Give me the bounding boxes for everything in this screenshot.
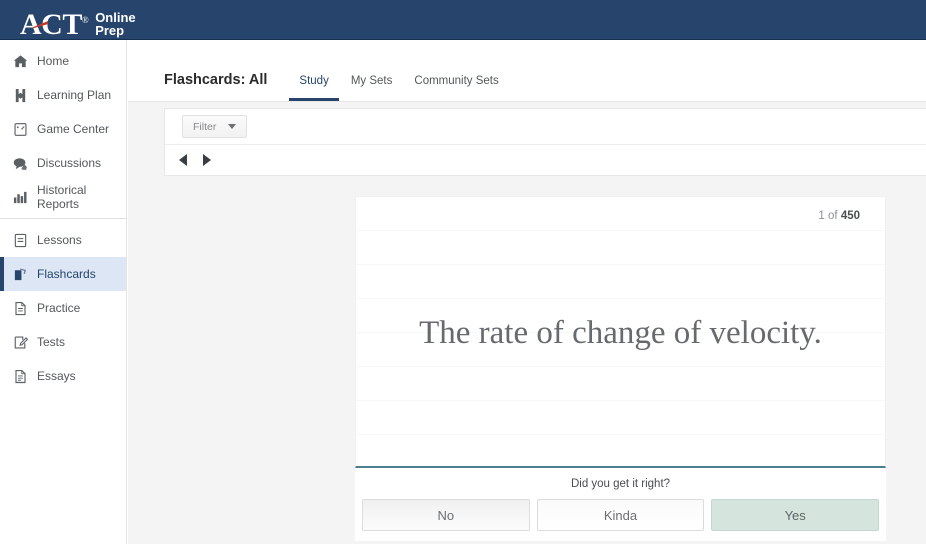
sidebar-label: Historical Reports <box>37 183 87 211</box>
sidebar-label: Learning Plan <box>37 88 112 102</box>
sidebar-item-practice[interactable]: Practice <box>0 291 126 325</box>
sidebar-label: Essays <box>37 369 76 383</box>
chevron-down-icon <box>228 124 237 129</box>
tab-community-sets[interactable]: Community Sets <box>404 75 508 101</box>
sidebar-item-game-center[interactable]: Game Center <box>0 112 126 146</box>
sidebar-label: Lessons <box>37 233 82 247</box>
triangle-left-icon[interactable] <box>179 154 187 166</box>
sidebar-item-essays[interactable]: Essays <box>0 359 126 393</box>
sidebar: Home Learning Plan Game Center Discussio… <box>0 40 127 544</box>
flashcard[interactable]: 1 of 450 The rate of change of velocity. <box>355 196 886 468</box>
card-counter-prefix: 1 of <box>818 210 841 222</box>
bar-chart-icon <box>13 190 28 205</box>
sidebar-label: Game Center <box>37 122 110 136</box>
flashcards-icon <box>13 267 28 282</box>
sidebar-item-discussions[interactable]: Discussions <box>0 146 126 180</box>
card-counter-total: 450 <box>840 210 860 222</box>
sidebar-group-primary: Home Learning Plan Game Center Discussio… <box>0 40 126 218</box>
sidebar-label: Tests <box>37 335 66 349</box>
answer-prompt: Did you get it right? <box>570 478 671 490</box>
tab-my-sets[interactable]: My Sets <box>341 75 403 101</box>
app-header: ACT® Online Prep <box>0 0 926 41</box>
tab-bar: Study My Sets Community Sets <box>289 75 508 101</box>
logo-registered-mark: ® <box>81 15 89 25</box>
sidebar-label: Discussions <box>37 156 102 170</box>
page-title: Flashcards: All <box>164 72 268 88</box>
lessons-icon <box>13 233 28 248</box>
essays-icon <box>13 369 28 384</box>
sidebar-item-lessons[interactable]: Lessons <box>0 223 126 257</box>
filter-button-label: Filter <box>193 120 217 133</box>
sidebar-label: Flashcards <box>37 267 96 281</box>
answer-button-kinda[interactable]: Kinda <box>536 499 705 531</box>
toolbar-panel: Filter <box>164 108 926 176</box>
sidebar-item-flashcards[interactable]: Flashcards <box>0 257 126 291</box>
filter-row: Filter <box>165 109 926 145</box>
flashcard-text: The rate of change of velocity. <box>419 315 822 351</box>
tab-study[interactable]: Study <box>289 75 339 101</box>
logo-subtitle-line2: Prep <box>95 23 125 38</box>
answer-block: Did you get it right? No Kinda Yes <box>355 468 886 541</box>
sidebar-label: Home <box>37 54 70 68</box>
logo-subtitle: Online Prep <box>95 8 135 37</box>
sidebar-item-home[interactable]: Home <box>0 44 126 78</box>
main-content: Flashcards: All Study My Sets Community … <box>128 40 926 544</box>
flashcard-area: 1 of 450 The rate of change of velocity.… <box>355 196 886 541</box>
practice-icon <box>13 301 28 316</box>
card-counter: 1 of 450 <box>818 210 860 222</box>
home-icon <box>13 54 28 69</box>
discussions-icon <box>13 156 28 171</box>
act-logo[interactable]: ACT® Online Prep <box>20 4 136 41</box>
answer-button-yes[interactable]: Yes <box>711 499 880 531</box>
logo-wordmark: ACT® <box>20 4 89 41</box>
answer-button-no[interactable]: No <box>362 499 530 531</box>
answer-buttons: No Kinda Yes <box>360 499 881 541</box>
sidebar-item-tests[interactable]: Tests <box>0 325 126 359</box>
card-navigation <box>165 145 926 175</box>
sidebar-item-learning-plan[interactable]: Learning Plan <box>0 78 126 112</box>
sidebar-item-historical-reports[interactable]: Historical Reports <box>0 180 126 214</box>
triangle-right-icon[interactable] <box>203 154 211 166</box>
learning-plan-icon <box>13 88 28 103</box>
logo-act-text: ACT <box>20 8 82 41</box>
tests-icon <box>13 335 28 350</box>
game-center-icon <box>13 122 28 137</box>
sidebar-label: Practice <box>37 301 81 315</box>
filter-button[interactable]: Filter <box>182 115 248 138</box>
page-header: Flashcards: All Study My Sets Community … <box>128 40 926 102</box>
sidebar-group-secondary: Lessons Flashcards Practice Tests Essays <box>0 218 126 397</box>
